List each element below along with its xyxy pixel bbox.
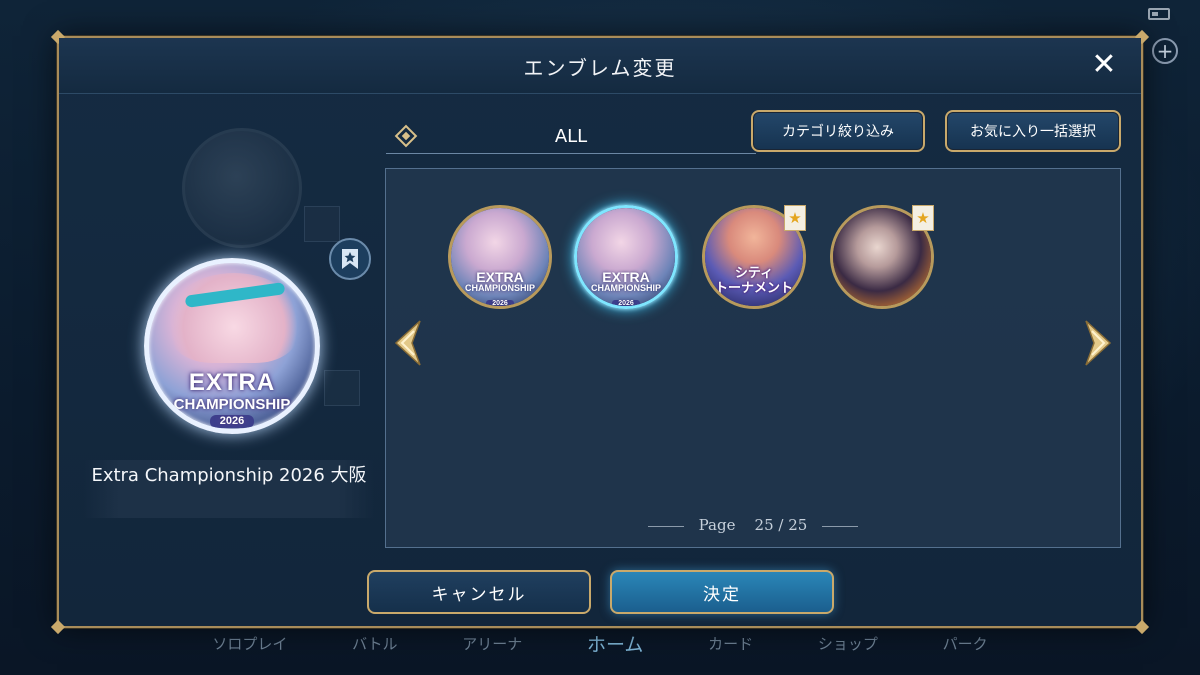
emblem-change-modal: エンブレム変更 ✕ EXTRA CHAMPIONSHIP 2026 Extra … (50, 29, 1150, 635)
nav-card: カード (708, 634, 754, 653)
plus-icon: + (1152, 38, 1178, 64)
wrench-icon (304, 206, 340, 242)
page-label: Page (698, 516, 736, 534)
emblem-preview-panel: EXTRA CHAMPIONSHIP 2026 Extra Championsh… (74, 108, 394, 538)
nav-park: パーク (942, 634, 988, 653)
wrench-icon (324, 370, 360, 406)
emblem-caption: EXTRA CHAMPIONSHIP 2026 (464, 269, 535, 307)
category-selector[interactable]: ALL (386, 120, 756, 154)
cancel-button[interactable]: キャンセル (367, 570, 591, 614)
nav-solo: ソロプレイ (212, 634, 288, 653)
emblem-name-label: Extra Championship 2026 大阪 (84, 460, 374, 518)
modal-title: エンブレム変更 (523, 56, 677, 80)
current-page: 25 (754, 516, 774, 534)
emblem-caption: EXTRA CHAMPIONSHIP 2026 (590, 269, 661, 307)
nav-home: ホーム (587, 633, 644, 656)
emblem-grid: EXTRA CHAMPIONSHIP 2026 EXTRA CHAMPIONSH… (385, 168, 1121, 548)
nav-battle: バトル (352, 634, 398, 653)
emblem-caption: EXTRA CHAMPIONSHIP 2026 (173, 369, 291, 428)
emblem-item-selected[interactable]: EXTRA CHAMPIONSHIP 2026 (574, 205, 678, 309)
pagination: Page 25 / 25 (385, 516, 1121, 534)
emblem-item[interactable]: EXTRA CHAMPIONSHIP 2026 (448, 205, 552, 309)
favorite-star-icon: ★ (912, 205, 934, 231)
bookmark-star-icon (342, 249, 358, 269)
background-nav: ソロプレイ バトル アリーナ ホーム カード ショップ パーク (180, 628, 1020, 658)
emblem-caption: シティ トーナメント (714, 266, 793, 296)
bulk-favorite-button[interactable]: お気に入り一括選択 (945, 110, 1121, 152)
favorite-star-icon: ★ (784, 205, 806, 231)
category-label: ALL (554, 126, 588, 147)
page-separator: / (778, 516, 784, 534)
next-page-arrow-icon[interactable] (1080, 317, 1116, 369)
nav-shop: ショップ (817, 634, 878, 653)
nav-arena: アリーナ (462, 634, 523, 653)
category-filter-button[interactable]: カテゴリ絞り込み (751, 110, 925, 152)
selected-emblem-preview: EXTRA CHAMPIONSHIP 2026 (144, 258, 320, 434)
prev-page-arrow-icon[interactable] (390, 317, 426, 369)
battery-icon (1148, 8, 1170, 20)
total-pages: 25 (788, 516, 808, 534)
close-icon[interactable]: ✕ (1089, 50, 1119, 80)
confirm-button[interactable]: 決定 (610, 570, 834, 614)
favorite-toggle-button[interactable] (329, 238, 371, 280)
modal-header: エンブレム変更 ✕ (59, 38, 1141, 94)
background-emblem-ghost (182, 128, 302, 248)
